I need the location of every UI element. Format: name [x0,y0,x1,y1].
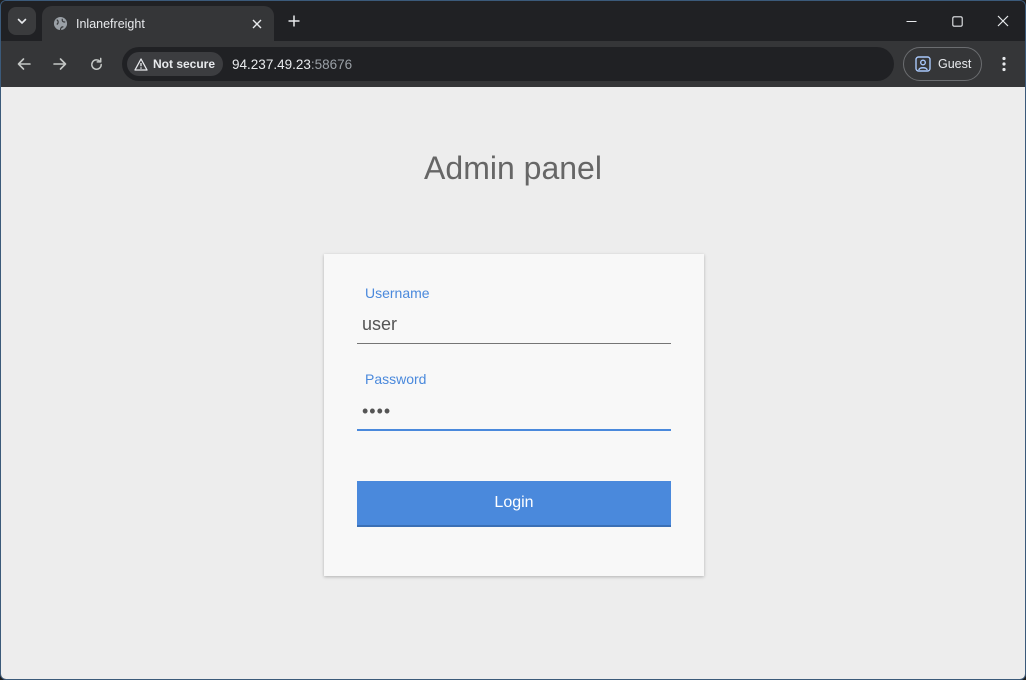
password-input[interactable] [357,394,671,431]
arrow-right-icon [53,58,67,70]
new-tab-button[interactable] [283,10,305,32]
profile-label: Guest [938,57,972,71]
browser-toolbar: Not secure 94.237.49.23:58676 Guest [1,41,1025,87]
back-button[interactable] [10,50,38,78]
tab-title: Inlanefreight [76,16,145,31]
close-icon [997,15,1009,27]
password-label: Password [365,371,427,387]
browser-window: Inlanefreight Not secure 94.237.49.23:58… [0,0,1026,680]
guest-profile-icon [915,56,931,72]
active-tab[interactable]: Inlanefreight [42,6,274,41]
minimize-button[interactable] [888,1,934,41]
globe-icon [52,16,68,32]
maximize-icon [951,15,963,27]
plus-icon [288,15,300,27]
tab-strip: Inlanefreight [1,1,1025,41]
profile-button[interactable]: Guest [903,47,982,81]
browser-menu-button[interactable] [991,50,1017,78]
page-title: Admin panel [424,150,602,186]
username-input[interactable] [357,306,671,344]
close-tab-icon[interactable] [247,14,267,34]
tab-search-button[interactable] [8,7,36,35]
url-port: :58676 [310,56,353,72]
minimize-icon [906,20,916,22]
login-button[interactable]: Login [357,481,671,527]
maximize-button[interactable] [934,1,980,41]
arrow-left-icon [17,58,31,70]
url-host: 94.237.49.23 [232,56,311,72]
security-label: Not secure [153,57,216,71]
login-card: Username Password Login [324,254,704,576]
warning-icon [134,57,148,71]
close-window-button[interactable] [980,1,1025,41]
reload-button[interactable] [82,50,110,78]
forward-button[interactable] [46,50,74,78]
url-text: 94.237.49.23:58676 [232,57,352,72]
address-bar[interactable]: Not secure 94.237.49.23:58676 [122,47,894,81]
reload-icon [90,57,102,70]
chevron-down-icon [17,18,27,25]
security-chip[interactable]: Not secure [127,52,224,76]
page-content: Admin panel Username Password Login [1,87,1025,679]
more-vert-icon [1002,56,1006,72]
username-label: Username [365,285,430,301]
